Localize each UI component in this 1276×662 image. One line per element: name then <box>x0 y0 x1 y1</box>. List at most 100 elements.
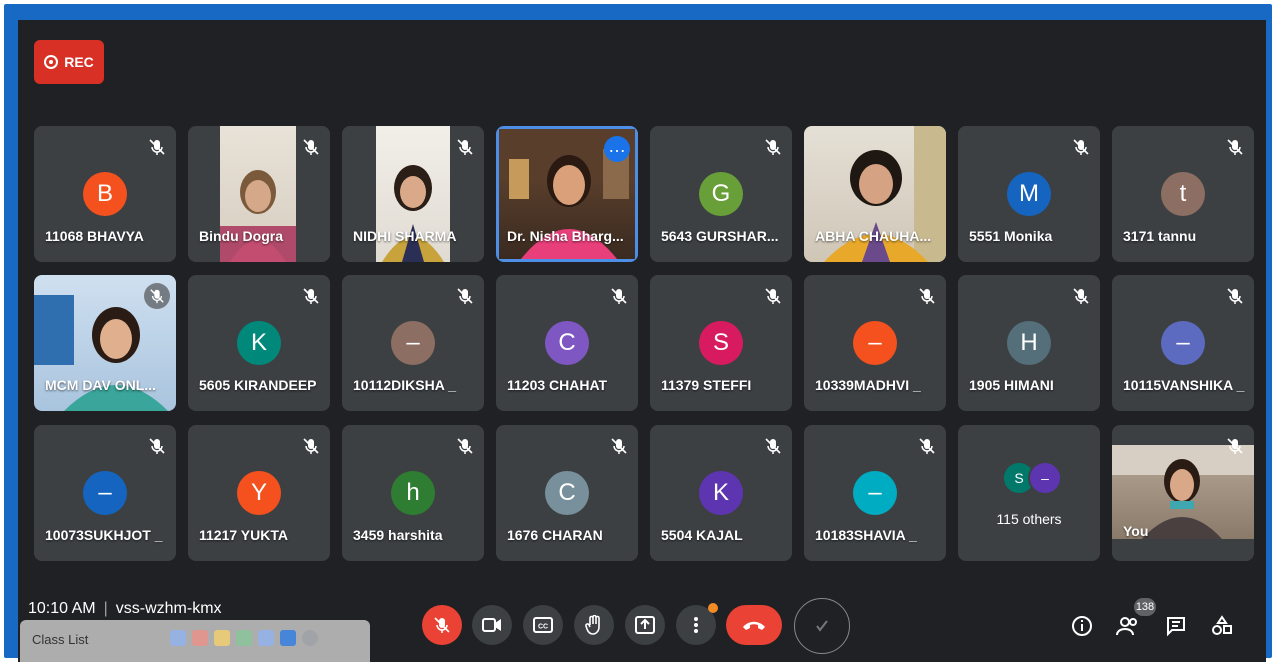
participant-name: 3459 harshita <box>353 527 443 543</box>
mic-off-icon <box>1072 287 1090 305</box>
extension-icon[interactable] <box>192 630 208 646</box>
avatar: S <box>699 321 743 365</box>
hang-up-icon <box>743 621 765 630</box>
avatar: K <box>237 321 281 365</box>
participant-name: Bindu Dogra <box>199 228 283 244</box>
participant-tile[interactable]: G 5643 GURSHAR... <box>650 126 792 262</box>
camera-button[interactable] <box>472 605 512 645</box>
avatar: C <box>545 321 589 365</box>
others-count: 115 others <box>996 511 1062 527</box>
participant-tile[interactable]: ABHA CHAUHA... <box>804 126 946 262</box>
participant-tile[interactable]: K 5504 KAJAL <box>650 425 792 561</box>
extension-icon[interactable] <box>236 630 252 646</box>
more-options-button[interactable] <box>676 603 718 645</box>
mic-off-icon <box>1072 138 1090 156</box>
captions-icon: CC <box>533 617 553 633</box>
mic-off-icon <box>456 437 474 455</box>
participant-tile[interactable]: Bindu Dogra <box>188 126 330 262</box>
extension-icon[interactable] <box>170 630 186 646</box>
leave-call-button[interactable] <box>726 605 782 645</box>
check-icon <box>816 620 828 632</box>
mic-off-icon <box>764 138 782 156</box>
people-button[interactable] <box>1116 614 1140 638</box>
recording-indicator: REC <box>34 40 104 84</box>
microphone-button[interactable] <box>422 605 462 645</box>
extension-icon[interactable] <box>258 630 274 646</box>
participant-tile[interactable]: C 1676 CHARAN <box>496 425 638 561</box>
participant-name: 11068 BHAVYA <box>45 228 144 244</box>
avatar: h <box>391 471 435 515</box>
class-list-label: Class List <box>32 632 89 647</box>
raise-hand-button[interactable] <box>574 605 614 645</box>
participant-name: 11217 YUKTA <box>199 527 288 543</box>
participant-name: 1905 HIMANI <box>969 377 1054 393</box>
others-tile[interactable]: S – 115 others <box>958 425 1100 561</box>
participant-name: 10112DIKSHA _ <box>353 377 456 393</box>
participant-tile[interactable]: h 3459 harshita <box>342 425 484 561</box>
participant-name: 10339MADHVI _ <box>815 377 921 393</box>
participant-name: You <box>1123 523 1149 539</box>
avatar: – <box>1028 461 1062 495</box>
participant-tile[interactable]: B 11068 BHAVYA <box>34 126 176 262</box>
clock: 10:10 AM <box>28 600 96 617</box>
participant-name: Dr. Nisha Bharg... <box>507 228 624 244</box>
window-frame: REC B 11068 BHAVYA Bindu Dogra NIDHI SHA… <box>4 4 1272 662</box>
info-icon <box>1072 616 1092 636</box>
mic-off-icon <box>456 287 474 305</box>
extension-icon[interactable] <box>280 630 296 646</box>
participant-tile[interactable]: – 10073SUKHJOT _ <box>34 425 176 561</box>
meeting-details-button[interactable] <box>1070 614 1094 638</box>
participant-tile[interactable]: – 10115VANSHIKA _ <box>1112 275 1254 411</box>
extension-icon[interactable] <box>214 630 230 646</box>
hand-icon <box>585 615 600 635</box>
confirm-button[interactable] <box>794 598 850 654</box>
participant-tile[interactable]: M 5551 Monika <box>958 126 1100 262</box>
mic-off-icon <box>302 138 320 156</box>
class-list-overlay[interactable]: Class List <box>20 620 370 662</box>
notification-dot <box>708 603 718 613</box>
mic-off-icon <box>610 287 628 305</box>
divider: | <box>103 600 108 617</box>
more-vertical-icon <box>694 617 698 633</box>
mic-off-icon <box>1226 287 1244 305</box>
mic-off-icon <box>302 287 320 305</box>
avatar: M <box>1007 172 1051 216</box>
extension-icon[interactable] <box>302 630 318 646</box>
participant-tile[interactable]: t 3171 tannu <box>1112 126 1254 262</box>
participant-tile[interactable]: – 10183SHAVIA _ <box>804 425 946 561</box>
activities-button[interactable] <box>1210 614 1234 638</box>
participant-tile-speaking[interactable]: … Dr. Nisha Bharg... <box>496 126 638 262</box>
participant-tile[interactable]: S 11379 STEFFI <box>650 275 792 411</box>
mic-off-icon <box>918 437 936 455</box>
mic-off-icon <box>1226 437 1244 455</box>
participant-name: 5605 KIRANDEEP <box>199 377 317 393</box>
avatar: t <box>1161 172 1205 216</box>
camera-icon <box>482 618 501 632</box>
participant-tile[interactable]: – 10112DIKSHA _ <box>342 275 484 411</box>
svg-text:CC: CC <box>538 624 548 631</box>
participant-tile[interactable]: NIDHI SHARMA <box>342 126 484 262</box>
avatar: Y <box>237 471 281 515</box>
participant-name: 1676 CHARAN <box>507 527 603 543</box>
chat-button[interactable] <box>1164 614 1188 638</box>
mic-off-icon <box>764 437 782 455</box>
participant-tile[interactable]: – 10339MADHVI _ <box>804 275 946 411</box>
avatar: C <box>545 471 589 515</box>
more-options-icon[interactable]: … <box>604 136 630 162</box>
participant-tile[interactable]: Y 11217 YUKTA <box>188 425 330 561</box>
meeting-code: vss-wzhm-kmx <box>115 600 222 617</box>
self-tile[interactable]: You <box>1112 425 1254 561</box>
mic-off-icon <box>764 287 782 305</box>
captions-button[interactable]: CC <box>523 605 563 645</box>
participant-tile[interactable]: C 11203 CHAHAT <box>496 275 638 411</box>
mic-off-icon <box>610 437 628 455</box>
participant-tile[interactable]: K 5605 KIRANDEEP <box>188 275 330 411</box>
participant-tile[interactable]: MCM DAV ONL... <box>34 275 176 411</box>
participant-name: ABHA CHAUHA... <box>815 228 932 244</box>
avatar: G <box>699 172 743 216</box>
mic-off-icon <box>1226 138 1244 156</box>
participant-name: 10183SHAVIA _ <box>815 527 917 543</box>
participant-tile[interactable]: H 1905 HIMANI <box>958 275 1100 411</box>
avatar: – <box>853 321 897 365</box>
present-button[interactable] <box>625 605 665 645</box>
